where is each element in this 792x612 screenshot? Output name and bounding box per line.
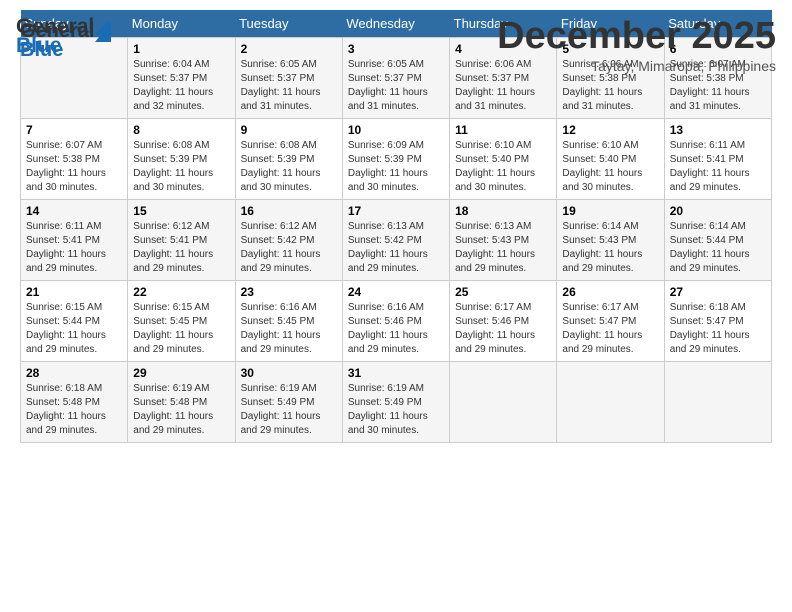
day-number: 25	[455, 285, 551, 299]
real-logo: General Blue	[16, 16, 111, 58]
calendar-cell: 18 Sunrise: 6:13 AMSunset: 5:43 PMDayligh…	[450, 200, 557, 281]
day-info: Sunrise: 6:09 AMSunset: 5:39 PMDaylight:…	[348, 139, 444, 195]
logo-chevron-icon	[95, 19, 109, 35]
day-info: Sunrise: 6:13 AMSunset: 5:42 PMDaylight:…	[348, 220, 444, 276]
day-info: Sunrise: 6:11 AMSunset: 5:41 PMDaylight:…	[670, 139, 766, 195]
day-number: 15	[133, 204, 229, 218]
day-info: Sunrise: 6:19 AMSunset: 5:49 PMDaylight:…	[241, 382, 337, 438]
day-number: 19	[562, 204, 658, 218]
day-number: 26	[562, 285, 658, 299]
day-number: 10	[348, 123, 444, 137]
day-info: Sunrise: 6:10 AMSunset: 5:40 PMDaylight:…	[562, 139, 658, 195]
calendar-cell: 9 Sunrise: 6:08 AMSunset: 5:39 PMDaylight…	[235, 119, 342, 200]
day-number: 16	[241, 204, 337, 218]
day-number: 9	[241, 123, 337, 137]
real-title-block: December 2025 Taytay, Mimaropa, Philippi…	[497, 16, 776, 74]
day-info: Sunrise: 6:17 AMSunset: 5:47 PMDaylight:…	[562, 301, 658, 357]
day-info: Sunrise: 6:15 AMSunset: 5:44 PMDaylight:…	[26, 301, 122, 357]
day-info: Sunrise: 6:16 AMSunset: 5:45 PMDaylight:…	[241, 301, 337, 357]
day-number: 30	[241, 366, 337, 380]
calendar-cell: 27 Sunrise: 6:18 AMSunset: 5:47 PMDayligh…	[664, 281, 771, 362]
day-number: 21	[26, 285, 122, 299]
calendar-cell: 13 Sunrise: 6:11 AMSunset: 5:41 PMDayligh…	[664, 119, 771, 200]
day-number: 20	[670, 204, 766, 218]
day-info: Sunrise: 6:15 AMSunset: 5:45 PMDaylight:…	[133, 301, 229, 357]
day-number: 18	[455, 204, 551, 218]
day-number: 22	[133, 285, 229, 299]
calendar-cell: 20 Sunrise: 6:14 AMSunset: 5:44 PMDayligh…	[664, 200, 771, 281]
calendar-cell: 28 Sunrise: 6:18 AMSunset: 5:48 PMDayligh…	[21, 362, 128, 443]
calendar-cell: 22 Sunrise: 6:15 AMSunset: 5:45 PMDayligh…	[128, 281, 235, 362]
day-info: Sunrise: 6:19 AMSunset: 5:49 PMDaylight:…	[348, 382, 444, 438]
day-number: 13	[670, 123, 766, 137]
calendar-cell: 21 Sunrise: 6:15 AMSunset: 5:44 PMDayligh…	[21, 281, 128, 362]
calendar-week-row: 28 Sunrise: 6:18 AMSunset: 5:48 PMDayligh…	[21, 362, 772, 443]
calendar-week-row: 7 Sunrise: 6:07 AMSunset: 5:38 PMDaylight…	[21, 119, 772, 200]
day-number: 27	[670, 285, 766, 299]
day-info: Sunrise: 6:14 AMSunset: 5:44 PMDaylight:…	[670, 220, 766, 276]
calendar-cell: 15 Sunrise: 6:12 AMSunset: 5:41 PMDayligh…	[128, 200, 235, 281]
day-number: 12	[562, 123, 658, 137]
day-number: 7	[26, 123, 122, 137]
calendar-table: SundayMondayTuesdayWednesdayThursdayFrid…	[20, 10, 772, 443]
calendar-cell: 10 Sunrise: 6:09 AMSunset: 5:39 PMDayligh…	[342, 119, 449, 200]
day-info: Sunrise: 6:13 AMSunset: 5:43 PMDaylight:…	[455, 220, 551, 276]
day-number: 31	[348, 366, 444, 380]
calendar-body: 1Sunrise: 6:04 AMSunset: 5:37 PMDaylight…	[21, 38, 772, 443]
calendar-cell: 23 Sunrise: 6:16 AMSunset: 5:45 PMDayligh…	[235, 281, 342, 362]
calendar-cell: 8 Sunrise: 6:08 AMSunset: 5:39 PMDaylight…	[128, 119, 235, 200]
real-month-title: December 2025	[497, 16, 776, 58]
calendar-cell: 26 Sunrise: 6:17 AMSunset: 5:47 PMDayligh…	[557, 281, 664, 362]
day-info: Sunrise: 6:18 AMSunset: 5:48 PMDaylight:…	[26, 382, 122, 438]
day-number: 8	[133, 123, 229, 137]
day-info: Sunrise: 6:16 AMSunset: 5:46 PMDaylight:…	[348, 301, 444, 357]
day-number: 11	[455, 123, 551, 137]
day-info: Sunrise: 6:08 AMSunset: 5:39 PMDaylight:…	[241, 139, 337, 195]
calendar-cell: 16 Sunrise: 6:12 AMSunset: 5:42 PMDayligh…	[235, 200, 342, 281]
calendar-cell: 24 Sunrise: 6:16 AMSunset: 5:46 PMDayligh…	[342, 281, 449, 362]
calendar-cell	[664, 362, 771, 443]
day-info: Sunrise: 6:18 AMSunset: 5:47 PMDaylight:…	[670, 301, 766, 357]
day-info: Sunrise: 6:07 AMSunset: 5:38 PMDaylight:…	[26, 139, 122, 195]
calendar-cell: 14 Sunrise: 6:11 AMSunset: 5:41 PMDayligh…	[21, 200, 128, 281]
calendar-cell	[557, 362, 664, 443]
real-location: Taytay, Mimaropa, Philippines	[497, 58, 776, 74]
day-info: Sunrise: 6:19 AMSunset: 5:48 PMDaylight:…	[133, 382, 229, 438]
calendar-cell: 31 Sunrise: 6:19 AMSunset: 5:49 PMDayligh…	[342, 362, 449, 443]
real-header: General Blue December 2025 Taytay, Mimar…	[16, 16, 776, 74]
calendar-cell: 17 Sunrise: 6:13 AMSunset: 5:42 PMDayligh…	[342, 200, 449, 281]
day-number: 29	[133, 366, 229, 380]
calendar-week-row: 14 Sunrise: 6:11 AMSunset: 5:41 PMDayligh…	[21, 200, 772, 281]
day-info: Sunrise: 6:08 AMSunset: 5:39 PMDaylight:…	[133, 139, 229, 195]
calendar-cell	[450, 362, 557, 443]
day-info: Sunrise: 6:11 AMSunset: 5:41 PMDaylight:…	[26, 220, 122, 276]
day-info: Sunrise: 6:12 AMSunset: 5:41 PMDaylight:…	[133, 220, 229, 276]
day-number: 24	[348, 285, 444, 299]
day-info: Sunrise: 6:17 AMSunset: 5:46 PMDaylight:…	[455, 301, 551, 357]
calendar-cell: 12 Sunrise: 6:10 AMSunset: 5:40 PMDayligh…	[557, 119, 664, 200]
day-info: Sunrise: 6:10 AMSunset: 5:40 PMDaylight:…	[455, 139, 551, 195]
calendar-cell: 29 Sunrise: 6:19 AMSunset: 5:48 PMDayligh…	[128, 362, 235, 443]
day-number: 14	[26, 204, 122, 218]
calendar-cell: 30 Sunrise: 6:19 AMSunset: 5:49 PMDayligh…	[235, 362, 342, 443]
calendar-cell: 19 Sunrise: 6:14 AMSunset: 5:43 PMDayligh…	[557, 200, 664, 281]
day-info: Sunrise: 6:14 AMSunset: 5:43 PMDaylight:…	[562, 220, 658, 276]
day-number: 17	[348, 204, 444, 218]
day-number: 28	[26, 366, 122, 380]
day-info: Sunrise: 6:12 AMSunset: 5:42 PMDaylight:…	[241, 220, 337, 276]
calendar-cell: 25 Sunrise: 6:17 AMSunset: 5:46 PMDayligh…	[450, 281, 557, 362]
calendar-cell: 11 Sunrise: 6:10 AMSunset: 5:40 PMDayligh…	[450, 119, 557, 200]
day-number: 23	[241, 285, 337, 299]
calendar-week-row: 21 Sunrise: 6:15 AMSunset: 5:44 PMDayligh…	[21, 281, 772, 362]
calendar-cell: 7 Sunrise: 6:07 AMSunset: 5:38 PMDaylight…	[21, 119, 128, 200]
